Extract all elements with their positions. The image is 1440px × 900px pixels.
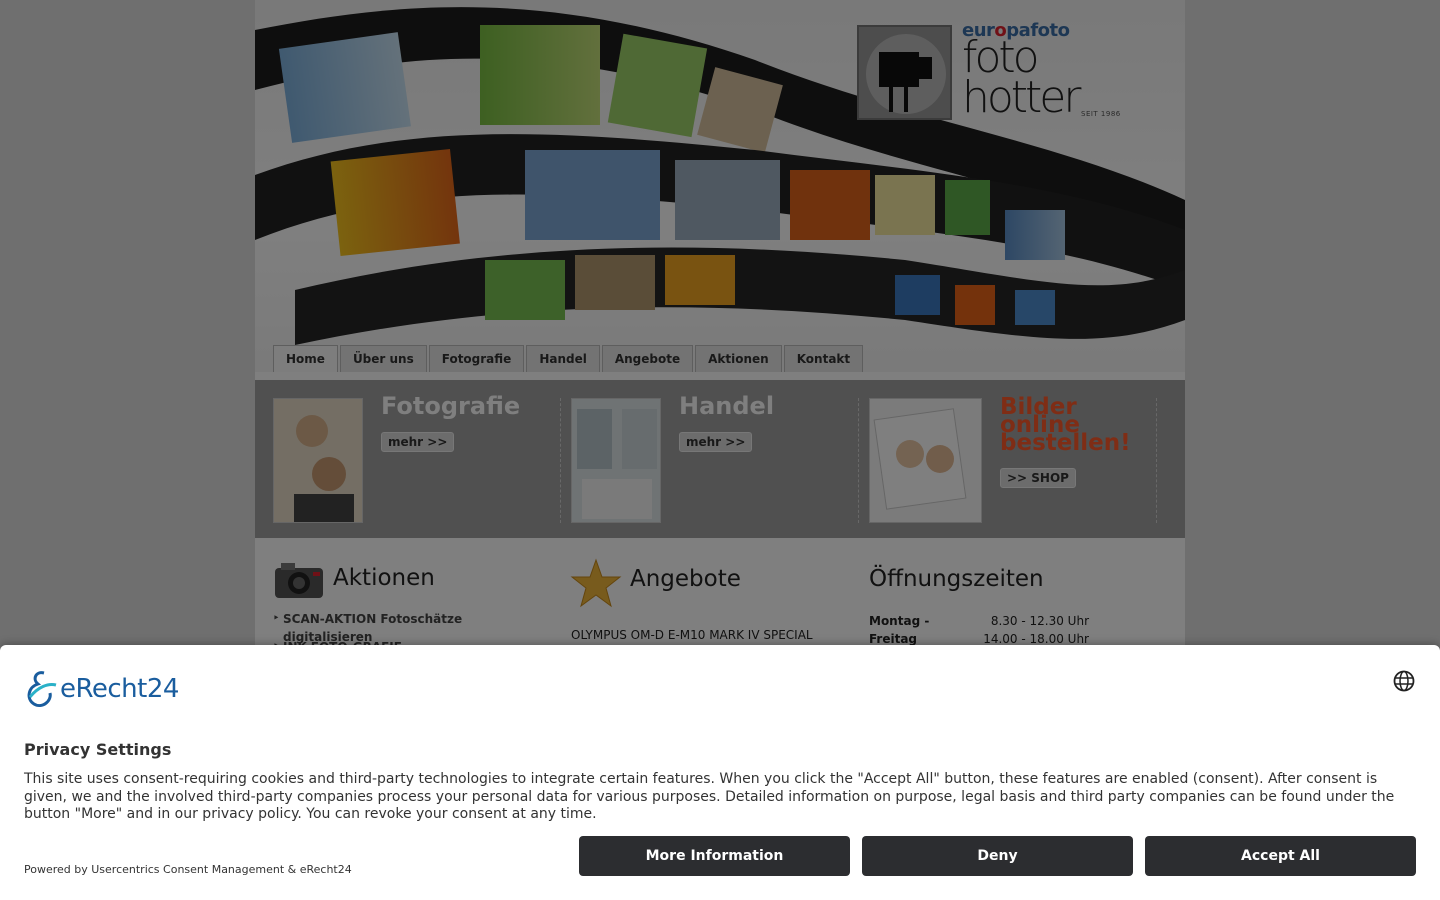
erecht24-logo: eRecht24 xyxy=(24,669,179,709)
accept-all-button[interactable]: Accept All xyxy=(1145,836,1416,876)
erecht24-logo-text: eRecht24 xyxy=(60,674,179,704)
consent-title: Privacy Settings xyxy=(24,740,172,759)
consent-powered-by[interactable]: Powered by Usercentrics Consent Manageme… xyxy=(24,863,352,876)
consent-description: This site uses consent-requiring cookies… xyxy=(24,771,1395,822)
more-information-button[interactable]: More Information xyxy=(579,836,850,876)
erecht24-mark-icon xyxy=(27,671,57,708)
globe-icon[interactable] xyxy=(1393,670,1415,692)
deny-button[interactable]: Deny xyxy=(862,836,1133,876)
consent-banner: eRecht24 Privacy Settings This site uses… xyxy=(0,645,1440,900)
